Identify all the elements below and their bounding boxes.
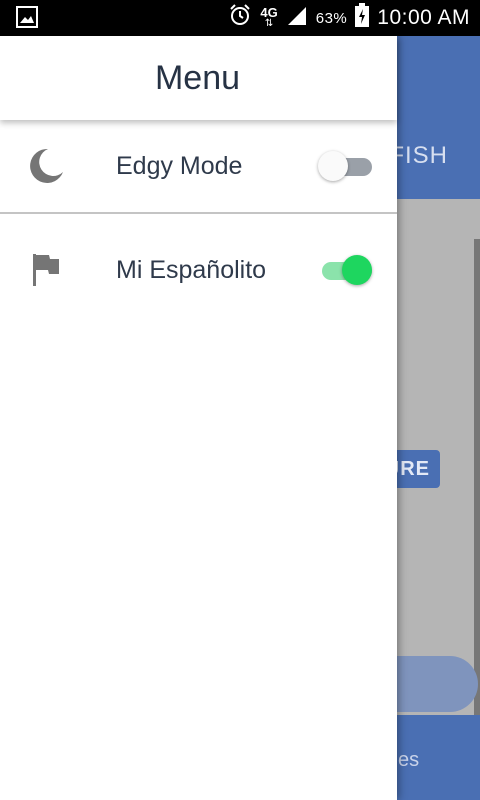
menu-item-edgy-mode[interactable]: Edgy Mode [0, 120, 397, 214]
menu-item-label: Mi Españolito [116, 255, 267, 284]
navigation-drawer: Menu Edgy Mode Mi Españolito [0, 36, 397, 800]
menu-item-label: Edgy Mode [116, 151, 243, 180]
alarm-icon [228, 3, 252, 33]
flag-icon [26, 250, 66, 290]
app-bottom-text: es [398, 749, 420, 771]
edgy-mode-toggle[interactable] [318, 149, 374, 183]
toggle-thumb [342, 255, 372, 285]
drawer-header: Menu [0, 36, 397, 120]
mi-espanolito-toggle[interactable] [318, 253, 374, 287]
status-bar: 4G ⇅ 63% 10:00 AM [0, 0, 480, 36]
status-time: 10:00 AM [377, 6, 470, 29]
drawer-title: Menu [154, 58, 241, 97]
network-type: 4G ⇅ [260, 5, 278, 29]
toggle-thumb [318, 151, 348, 181]
battery-percent: 63% [315, 9, 348, 27]
battery-charging-icon [355, 3, 370, 33]
menu-item-mi-espanolito[interactable]: Mi Españolito [0, 214, 397, 326]
gallery-icon [16, 6, 38, 28]
app-header-text: FISH [389, 142, 448, 169]
signal-icon [286, 4, 308, 32]
network-arrows-icon: ⇅ [264, 18, 274, 29]
moon-icon [26, 146, 66, 186]
